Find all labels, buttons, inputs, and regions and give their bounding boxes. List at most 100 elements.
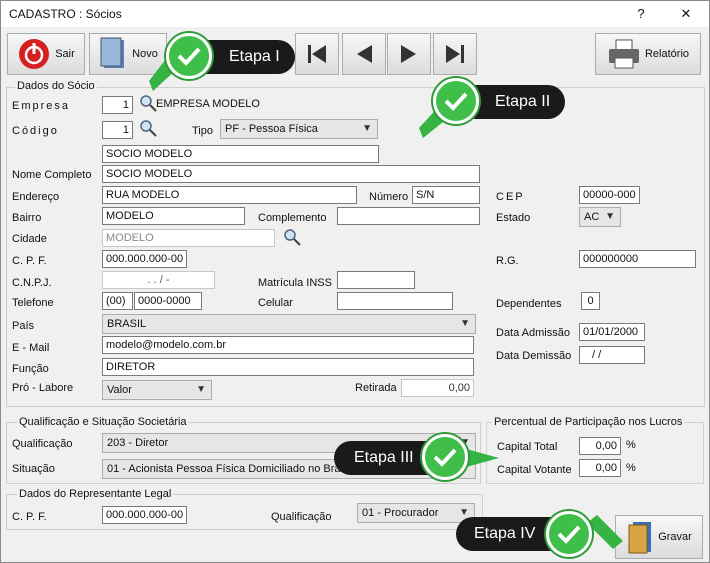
legal-rep-qual-select[interactable]: 01 - Procurador ▼	[357, 503, 475, 523]
cnpj-field[interactable]: . . / -	[102, 271, 215, 289]
mobile-label: Celular	[258, 297, 293, 309]
legal-rep-qual-label: Qualificação	[271, 511, 332, 523]
report-label: Relatório	[644, 48, 690, 60]
step-4-arrow-icon	[587, 515, 623, 549]
number-field[interactable]: S/N	[412, 186, 480, 204]
role-label: Função	[12, 363, 49, 375]
capital-voting-field[interactable]: 0,00	[579, 459, 621, 477]
company-code-field[interactable]: 1	[102, 96, 133, 114]
rg-field[interactable]: 000000000	[579, 250, 696, 268]
next-record-icon	[401, 45, 416, 63]
capital-total-percent: %	[626, 439, 636, 451]
legal-rep-legend: Dados do Representante Legal	[17, 488, 174, 500]
full-name-field[interactable]: SOCIO MODELO	[102, 165, 480, 183]
role-field[interactable]: DIRETOR	[102, 358, 474, 376]
address-field[interactable]: RUA MODELO	[102, 186, 357, 204]
help-button[interactable]: ?	[626, 4, 656, 24]
participation-legend: Percentual de Participação nos Lucros	[492, 416, 685, 428]
address-label: Endereço	[12, 191, 60, 203]
step-4-label: Etapa IV	[474, 525, 536, 542]
chevron-down-icon: ▼	[460, 318, 470, 329]
save-file-icon	[628, 522, 652, 554]
close-icon[interactable]: ✕	[671, 4, 701, 24]
previous-record-button[interactable]	[342, 33, 386, 75]
status-label: Situação	[12, 463, 55, 475]
type-value: PF - Pessoa Física	[225, 123, 318, 135]
full-name-label: Nome Completo	[12, 169, 92, 181]
company-search-icon[interactable]	[139, 94, 157, 112]
capital-total-field[interactable]: 0,00	[579, 437, 621, 455]
prolabore-value: Valor	[107, 384, 132, 396]
step-2-label: Etapa II	[495, 93, 551, 110]
phone-label: Telefone	[12, 297, 54, 309]
country-select[interactable]: BRASIL ▼	[102, 314, 476, 334]
type-select[interactable]: PF - Pessoa Física ▼	[220, 119, 378, 139]
complement-field[interactable]	[337, 207, 480, 225]
cnpj-label: C.N.P.J.	[12, 277, 52, 289]
step-2-check-icon	[433, 78, 479, 124]
window-title: CADASTRO : Sócios	[9, 7, 122, 21]
last-record-button[interactable]	[433, 33, 477, 75]
first-record-button[interactable]	[295, 33, 339, 75]
qualification-value: 203 - Diretor	[107, 437, 169, 449]
report-button[interactable]: Relatório	[595, 33, 701, 75]
city-field[interactable]: MODELO	[102, 229, 275, 247]
step-3-label: Etapa III	[354, 449, 414, 466]
phone-area-field[interactable]: (00)	[102, 292, 133, 310]
dismissal-label: Data Demissão	[496, 350, 572, 362]
capital-total-label: Capital Total	[497, 441, 558, 453]
withdrawal-field[interactable]: 0,00	[401, 379, 474, 397]
admission-label: Data Admissão	[496, 327, 570, 339]
city-search-icon[interactable]	[283, 228, 301, 246]
state-value: AC	[584, 211, 600, 223]
code-search-icon[interactable]	[139, 119, 157, 137]
prolabore-select[interactable]: Valor ▼	[102, 380, 212, 400]
power-icon	[19, 39, 50, 69]
exit-button[interactable]: Sair	[7, 33, 85, 75]
step-4-check-icon	[546, 511, 592, 557]
email-field[interactable]: modelo@modelo.com.br	[102, 336, 474, 354]
dependents-field[interactable]: 0	[581, 292, 600, 310]
withdrawal-label: Retirada	[355, 382, 397, 394]
last-record-icon	[446, 45, 464, 63]
zip-label: CEP	[496, 191, 525, 203]
status-value: 01 - Acionista Pessoa Física Domiciliado…	[107, 463, 351, 475]
email-label: E - Mail	[12, 342, 50, 354]
window: CADASTRO : Sócios ? ✕ Sair Novo Relatóri…	[0, 0, 710, 563]
title-bar: CADASTRO : Sócios ? ✕	[1, 1, 709, 27]
inss-field[interactable]	[337, 271, 415, 289]
step-3-check-icon	[422, 434, 468, 480]
chevron-down-icon: ▼	[196, 384, 206, 395]
printer-icon	[608, 39, 639, 69]
qualification-label: Qualificação	[12, 438, 73, 450]
dismissal-field[interactable]: / /	[579, 346, 645, 364]
short-name-field[interactable]: SOCIO MODELO	[102, 145, 379, 163]
district-field[interactable]: MODELO	[102, 207, 245, 225]
chevron-down-icon: ▼	[362, 123, 372, 134]
complement-label: Complemento	[258, 212, 327, 224]
admission-field[interactable]: 01/01/2000	[579, 323, 645, 341]
mobile-field[interactable]	[337, 292, 453, 310]
step-1-label: Etapa I	[229, 48, 280, 65]
zip-field[interactable]: 00000-000	[579, 186, 640, 204]
save-button[interactable]: Gravar	[615, 515, 703, 559]
cpf-label: C. P. F.	[12, 255, 47, 267]
first-record-icon	[308, 45, 326, 63]
legal-rep-qual-value: 01 - Procurador	[362, 507, 439, 519]
country-value: BRASIL	[107, 318, 147, 330]
previous-record-icon	[357, 45, 372, 63]
phone-field[interactable]: 0000-0000	[134, 292, 202, 310]
capital-voting-percent: %	[626, 462, 636, 474]
code-field[interactable]: 1	[102, 121, 133, 139]
country-label: País	[12, 320, 35, 332]
type-label: Tipo	[192, 125, 213, 137]
number-label: Número	[369, 191, 409, 203]
district-label: Bairro	[12, 212, 42, 224]
state-select[interactable]: AC ▼	[579, 207, 621, 227]
legal-rep-cpf-field[interactable]: 000.000.000-00	[102, 506, 187, 524]
company-name: EMPRESA MODELO	[156, 98, 260, 110]
next-record-button[interactable]	[387, 33, 431, 75]
company-label: Empresa	[12, 100, 71, 112]
legal-rep-cpf-label: C. P. F.	[12, 511, 47, 523]
cpf-field[interactable]: 000.000.000-00	[102, 250, 187, 268]
